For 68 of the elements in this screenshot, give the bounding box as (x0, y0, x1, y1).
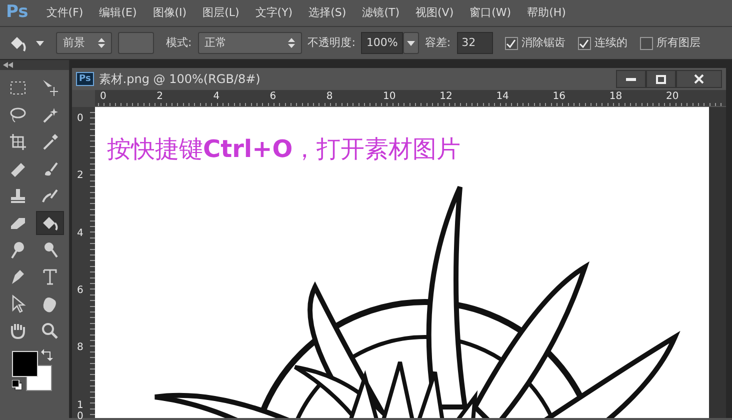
opacity-label: 不透明度: (308, 34, 356, 51)
caption-text: 按快捷键Ctrl+O，打开素材图片 (107, 134, 461, 165)
ruler-label: 18 (609, 91, 622, 102)
menu-item[interactable]: 滤镜(T) (354, 4, 408, 22)
menu-item[interactable]: 编辑(E) (91, 4, 145, 22)
ruler-label: 6 (270, 91, 276, 102)
minimize-button[interactable] (616, 70, 646, 88)
move-icon (40, 78, 60, 98)
crop-icon (8, 132, 28, 152)
menu-item[interactable]: 文件(F) (38, 4, 92, 22)
checkbox-label: 消除锯齿 (522, 34, 566, 51)
ruler-label: 10 (383, 91, 396, 102)
ruler-label: 0 (77, 113, 84, 124)
checkbox-label: 连续的 (594, 34, 628, 51)
ruler-label: 8 (326, 91, 333, 102)
ruler-label: 0 (100, 91, 106, 102)
ruler-label: 12 (440, 91, 452, 102)
caret-icon (406, 40, 415, 46)
checkbox[interactable] (578, 36, 591, 50)
menu-item[interactable]: 图像(I) (144, 4, 195, 22)
opacity-field[interactable]: 100% (361, 32, 403, 54)
ruler-label: 4 (77, 228, 84, 239)
checkbox-label: 所有图层 (656, 34, 701, 51)
mode-dropdown[interactable]: 正常 (198, 32, 302, 54)
ruler-label: 2 (156, 91, 163, 102)
collapse-icon[interactable] (3, 62, 13, 68)
mode-label: 模式: (166, 34, 192, 51)
maximize-button[interactable] (646, 70, 676, 88)
close-button[interactable] (676, 70, 722, 88)
default-colors-icon[interactable] (12, 380, 22, 390)
ruler-label: 20 (666, 91, 679, 102)
stamp-icon (8, 186, 28, 206)
fill-source-dropdown[interactable]: 前景 (56, 32, 112, 54)
menu-item[interactable]: 视图(V) (408, 4, 462, 22)
checkmark-icon (579, 38, 590, 48)
menu-item[interactable]: 文字(Y) (247, 4, 301, 22)
menu-item[interactable]: 图层(L) (194, 4, 248, 22)
ruler-label: 4 (213, 91, 220, 102)
ruler-label: 10 (77, 400, 84, 420)
ruler-label: 6 (77, 284, 84, 296)
maximize-icon (656, 74, 666, 84)
color-swatches[interactable] (12, 351, 52, 391)
document-icon: Ps (76, 72, 94, 86)
search-icon (40, 321, 60, 341)
opacity-dropdown[interactable] (402, 32, 419, 54)
hand-icon (8, 321, 28, 341)
lasso-icon (8, 105, 28, 125)
tool-button[interactable] (36, 211, 64, 235)
ruler-label: 16 (552, 91, 566, 102)
checkbox[interactable] (640, 36, 653, 50)
tolerance-label: 容差: (424, 34, 451, 51)
document-title[interactable]: 素材.png @ 100%(RGB/8#) (98, 70, 260, 88)
ruler-label: 8 (77, 342, 84, 354)
updown-icon (288, 38, 295, 48)
updown-icon (98, 38, 105, 48)
checkmark-icon (506, 38, 516, 48)
tolerance-field[interactable]: 32 (456, 32, 493, 54)
caret-icon[interactable] (36, 40, 44, 46)
checkbox[interactable] (504, 36, 518, 50)
minimize-icon (626, 78, 636, 80)
menu-item[interactable]: 窗口(W) (462, 4, 520, 22)
menu-item[interactable]: 选择(S) (300, 4, 354, 22)
ruler-label: 14 (496, 91, 509, 102)
menu-item[interactable]: 帮助(H) (519, 4, 574, 22)
swap-icon[interactable] (41, 349, 53, 361)
close-icon (694, 74, 704, 84)
app-logo: Ps (5, 1, 30, 24)
ruler-label: 2 (77, 170, 84, 182)
